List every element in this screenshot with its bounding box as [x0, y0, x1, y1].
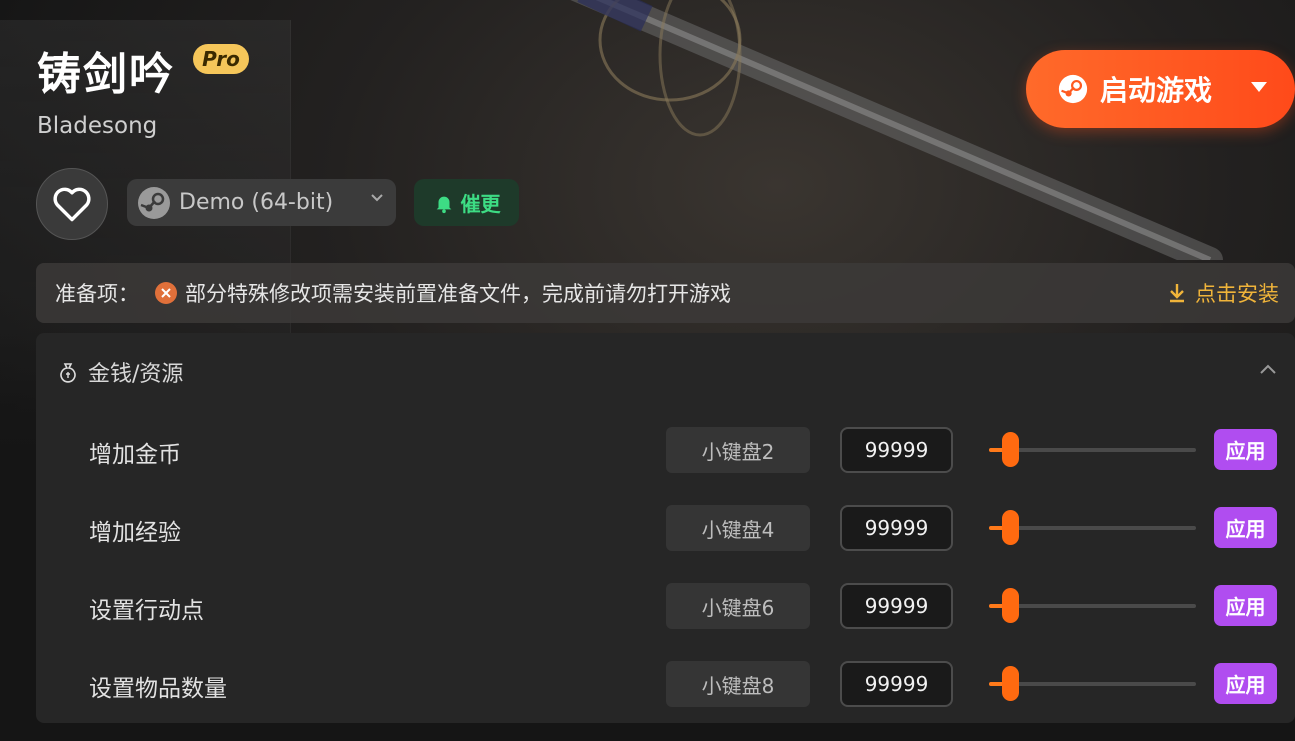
- steam-icon: [1058, 74, 1088, 104]
- value-slider[interactable]: [989, 432, 1196, 467]
- prep-message: 部分特殊修改项需安装前置准备文件，完成前请勿打开游戏: [185, 282, 731, 306]
- cheat-name: 增加经验: [89, 520, 181, 546]
- value-slider[interactable]: [989, 588, 1196, 623]
- hotkey-button[interactable]: 小键盘2: [666, 427, 810, 473]
- prep-label: 准备项：: [55, 282, 139, 306]
- value-slider[interactable]: [989, 666, 1196, 701]
- prerequisite-bar: 准备项： 部分特殊修改项需安装前置准备文件，完成前请勿打开游戏 点击安装: [36, 263, 1295, 323]
- launch-game-button[interactable]: 启动游戏: [1026, 50, 1295, 128]
- error-icon: [155, 282, 177, 304]
- slider-thumb[interactable]: [1001, 588, 1019, 623]
- install-link[interactable]: 点击安装: [1167, 278, 1279, 308]
- value-input[interactable]: 99999: [840, 427, 953, 473]
- value-slider[interactable]: [989, 510, 1196, 545]
- bell-icon: [436, 196, 451, 213]
- game-title: 铸剑吟: [37, 49, 175, 100]
- cheat-name: 设置行动点: [89, 598, 204, 624]
- remind-update-button[interactable]: 催更: [414, 179, 519, 226]
- cheat-name: 增加金币: [89, 442, 181, 468]
- cheat-row: 增加经验 小键盘4 99999 应用: [36, 505, 1295, 551]
- cheat-name: 设置物品数量: [89, 676, 227, 702]
- apply-button[interactable]: 应用: [1214, 429, 1277, 470]
- version-select[interactable]: Demo (64-bit): [127, 179, 396, 226]
- money-bag-icon: [60, 363, 76, 383]
- sword-artwork: [570, 0, 1223, 260]
- slider-thumb[interactable]: [1001, 666, 1019, 701]
- hotkey-button[interactable]: 小键盘4: [666, 505, 810, 551]
- cheat-row: 增加金币 小键盘2 99999 应用: [36, 427, 1295, 473]
- favorite-button[interactable]: [36, 168, 108, 240]
- cheat-row: 设置行动点 小键盘6 99999 应用: [36, 583, 1295, 629]
- version-value: Demo (64-bit): [179, 190, 334, 215]
- download-icon: [1170, 284, 1184, 303]
- value-input[interactable]: 99999: [840, 505, 953, 551]
- pro-badge: Pro: [193, 44, 249, 74]
- remind-label: 催更: [460, 192, 501, 216]
- launch-label: 启动游戏: [1100, 74, 1213, 107]
- apply-button[interactable]: 应用: [1214, 585, 1277, 626]
- apply-button[interactable]: 应用: [1214, 507, 1277, 548]
- cheat-row: 设置物品数量 小键盘8 99999 应用: [36, 661, 1295, 707]
- install-label: 点击安装: [1195, 282, 1279, 306]
- hotkey-button[interactable]: 小键盘6: [666, 583, 810, 629]
- chevron-up-icon[interactable]: [1259, 363, 1277, 375]
- chevron-down-icon: [371, 194, 383, 202]
- game-subtitle: Bladesong: [37, 113, 158, 139]
- value-input[interactable]: 99999: [840, 583, 953, 629]
- slider-thumb[interactable]: [1001, 510, 1019, 545]
- steam-icon: [138, 186, 170, 219]
- hotkey-button[interactable]: 小键盘8: [666, 661, 810, 707]
- value-input[interactable]: 99999: [840, 661, 953, 707]
- section-title: 金钱/资源: [88, 362, 184, 387]
- money-resources-section: 金钱/资源 增加金币 小键盘2 99999 应用 增加经验 小键盘4 99999…: [36, 333, 1295, 723]
- apply-button[interactable]: 应用: [1214, 663, 1277, 704]
- slider-thumb[interactable]: [1001, 432, 1019, 467]
- section-header[interactable]: 金钱/资源: [58, 356, 183, 388]
- caret-down-icon[interactable]: [1249, 80, 1269, 94]
- heart-icon: [53, 187, 91, 222]
